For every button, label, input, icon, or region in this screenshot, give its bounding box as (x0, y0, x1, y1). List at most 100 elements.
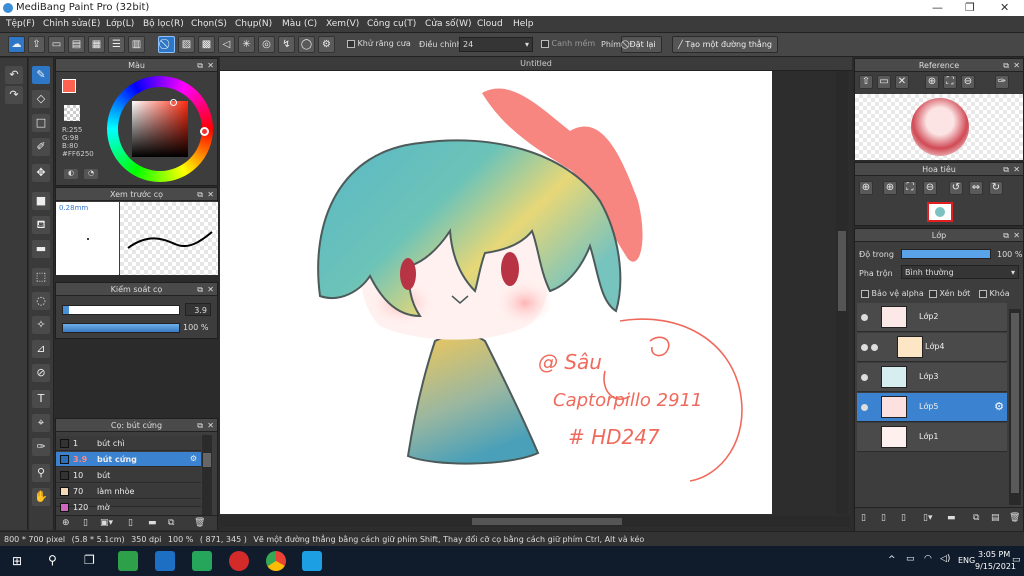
menu-select[interactable]: Chọn(S) (191, 19, 227, 29)
clock-date[interactable]: 9/15/2021 (975, 562, 1016, 571)
snap-settings-icon[interactable]: ⚙ (318, 36, 335, 53)
circle-snap-icon[interactable]: ◎ (258, 36, 275, 53)
layer-list-scrollbar[interactable] (1009, 309, 1021, 505)
app-opera-icon[interactable] (229, 551, 249, 571)
close-icon[interactable]: ✕ (1013, 229, 1020, 242)
zoom-in-icon[interactable]: ⊕ (883, 181, 897, 195)
canvas-tab[interactable]: Untitled (220, 57, 852, 71)
undock-icon[interactable]: ⧉ (1003, 229, 1009, 242)
minimize-button[interactable]: — (932, 1, 943, 14)
select-eraser-icon[interactable]: ⊘ (32, 364, 50, 382)
new-brush-icon[interactable]: ▯ (83, 518, 88, 528)
primary-color-swatch[interactable] (62, 79, 76, 93)
list-icon[interactable]: ☰ (108, 36, 125, 53)
color-picker-icon[interactable]: ◔ (84, 169, 98, 179)
hue-cursor[interactable] (200, 127, 209, 136)
menu-file[interactable]: Tệp(F) (6, 19, 35, 29)
app-zalo-icon[interactable] (155, 551, 175, 571)
folder-icon[interactable]: ▬ (947, 513, 956, 523)
new-halftone-layer-icon[interactable]: ▯ (881, 513, 886, 523)
protect-alpha-checkbox[interactable] (861, 289, 869, 298)
hue-wheel[interactable] (107, 76, 213, 182)
brush-settings-icon[interactable]: ▯ (128, 518, 133, 528)
visibility-eye-icon[interactable] (861, 374, 868, 381)
gradient-tool-icon[interactable]: ▬ (32, 240, 50, 258)
search-icon[interactable]: ⚲ (48, 553, 57, 567)
close-icon[interactable]: ✕ (207, 283, 214, 296)
horizontal-scrollbar[interactable] (220, 516, 850, 527)
brush-menu-icon[interactable]: ▣▾ (100, 518, 113, 528)
close-icon[interactable]: ✕ (207, 419, 214, 432)
comment-icon[interactable]: ▭ (48, 36, 65, 53)
rotate-left-icon[interactable]: ↺ (949, 181, 963, 195)
menu-layer[interactable]: Lớp(L) (106, 19, 134, 29)
remove-icon[interactable]: ✕ (895, 75, 909, 89)
maximize-button[interactable]: ❐ (965, 1, 975, 14)
layer-opacity-slider[interactable] (901, 249, 991, 259)
brush-row[interactable]: 70 làm nhòe (56, 484, 201, 499)
app-excel-icon[interactable] (192, 551, 212, 571)
undo-icon[interactable]: ↶ (5, 66, 23, 84)
size-value[interactable]: 3.9 (185, 303, 211, 316)
hand-tool-icon[interactable]: ✋ (32, 488, 50, 506)
menu-filter[interactable]: Bộ lọc(R) (143, 19, 184, 29)
battery-icon[interactable]: ▭ (906, 554, 915, 564)
transparent-swatch[interactable] (64, 105, 80, 121)
clipping-checkbox[interactable] (929, 289, 937, 298)
visibility-eye-icon[interactable] (861, 344, 868, 351)
layer-row[interactable]: Lớp5 ⚙ (857, 393, 1007, 422)
navigator-thumbnail[interactable] (927, 202, 953, 222)
create-line-button[interactable]: ╱ Tạo một đường thẳng (672, 36, 778, 53)
undock-icon[interactable]: ⧉ (197, 419, 203, 432)
app-chrome-icon[interactable] (266, 551, 286, 571)
layer-row[interactable]: Lớp3 (857, 363, 1007, 392)
text-tool-icon[interactable]: T (32, 390, 50, 408)
vertical-scrollbar[interactable] (836, 71, 848, 514)
visibility-eye-icon[interactable] (871, 344, 878, 351)
menu-edit[interactable]: Chỉnh sửa(E) (43, 19, 100, 29)
open-icon[interactable]: ▭ (877, 75, 891, 89)
select-tool-icon[interactable]: ⬚ (32, 268, 50, 286)
menu-window[interactable]: Cửa số(W) (425, 19, 471, 29)
eraser-tool-icon[interactable]: ◇ (32, 90, 50, 108)
snap-checkbox[interactable] (541, 39, 549, 48)
bucket-tool-icon[interactable]: ⛾ (32, 216, 50, 234)
add-brush-icon[interactable]: ⊕ (62, 518, 70, 528)
save-icon[interactable]: ▤ (68, 36, 85, 53)
operation-tool-icon[interactable]: ⌖ (32, 414, 50, 432)
undock-icon[interactable]: ⧉ (1003, 163, 1009, 176)
visibility-eye-icon[interactable] (861, 404, 868, 411)
fit-icon[interactable]: ⛶ (943, 75, 957, 89)
gear-icon[interactable]: ⚙ (190, 454, 197, 463)
radial-snap-icon[interactable]: ✳ (238, 36, 255, 53)
dot-tool-icon[interactable]: □ (32, 114, 50, 132)
volume-icon[interactable]: ◁) (940, 554, 950, 564)
visibility-eye-icon[interactable] (861, 314, 868, 321)
curve-snap-icon[interactable]: ↯ (278, 36, 295, 53)
lasso-tool-icon[interactable]: ◌ (32, 292, 50, 310)
layer-row[interactable]: Lớp1 (857, 423, 1007, 452)
close-button[interactable]: ✕ (1000, 1, 1009, 14)
brush-row[interactable]: 1 bút chì (56, 436, 201, 451)
parallel-snap-icon[interactable]: ▨ (178, 36, 195, 53)
brush-row[interactable]: 120 mờ (56, 500, 201, 512)
reference-image[interactable] (855, 94, 1023, 160)
trash-icon[interactable]: 🗑 (194, 518, 205, 528)
pen-tool-icon[interactable]: ✐ (32, 138, 50, 156)
close-icon[interactable]: ✕ (207, 59, 214, 72)
zoom-in-icon[interactable]: ⊕ (925, 75, 939, 89)
menu-tools[interactable]: Công cụ(T) (367, 19, 416, 29)
close-icon[interactable]: ✕ (207, 188, 214, 201)
clock-time[interactable]: 3:05 PM (978, 550, 1010, 559)
add-layer-menu-icon[interactable]: ▯▾ (923, 513, 932, 523)
close-icon[interactable]: ✕ (1013, 163, 1020, 176)
brush-row[interactable]: 10 bút (56, 468, 201, 483)
blend-mode-select[interactable]: Bình thường ▾ (901, 265, 1019, 279)
vanishing-snap-icon[interactable]: ◁ (218, 36, 235, 53)
palette-icon[interactable]: ◐ (64, 169, 78, 179)
reset-button[interactable]: ⃠ Đặt lại (621, 36, 662, 53)
grid-icon[interactable]: ▥ (128, 36, 145, 53)
menu-help[interactable]: Help (513, 19, 534, 29)
move-tool-icon[interactable]: ✥ (32, 164, 50, 182)
magic-wand-icon[interactable]: ✧ (32, 316, 50, 334)
